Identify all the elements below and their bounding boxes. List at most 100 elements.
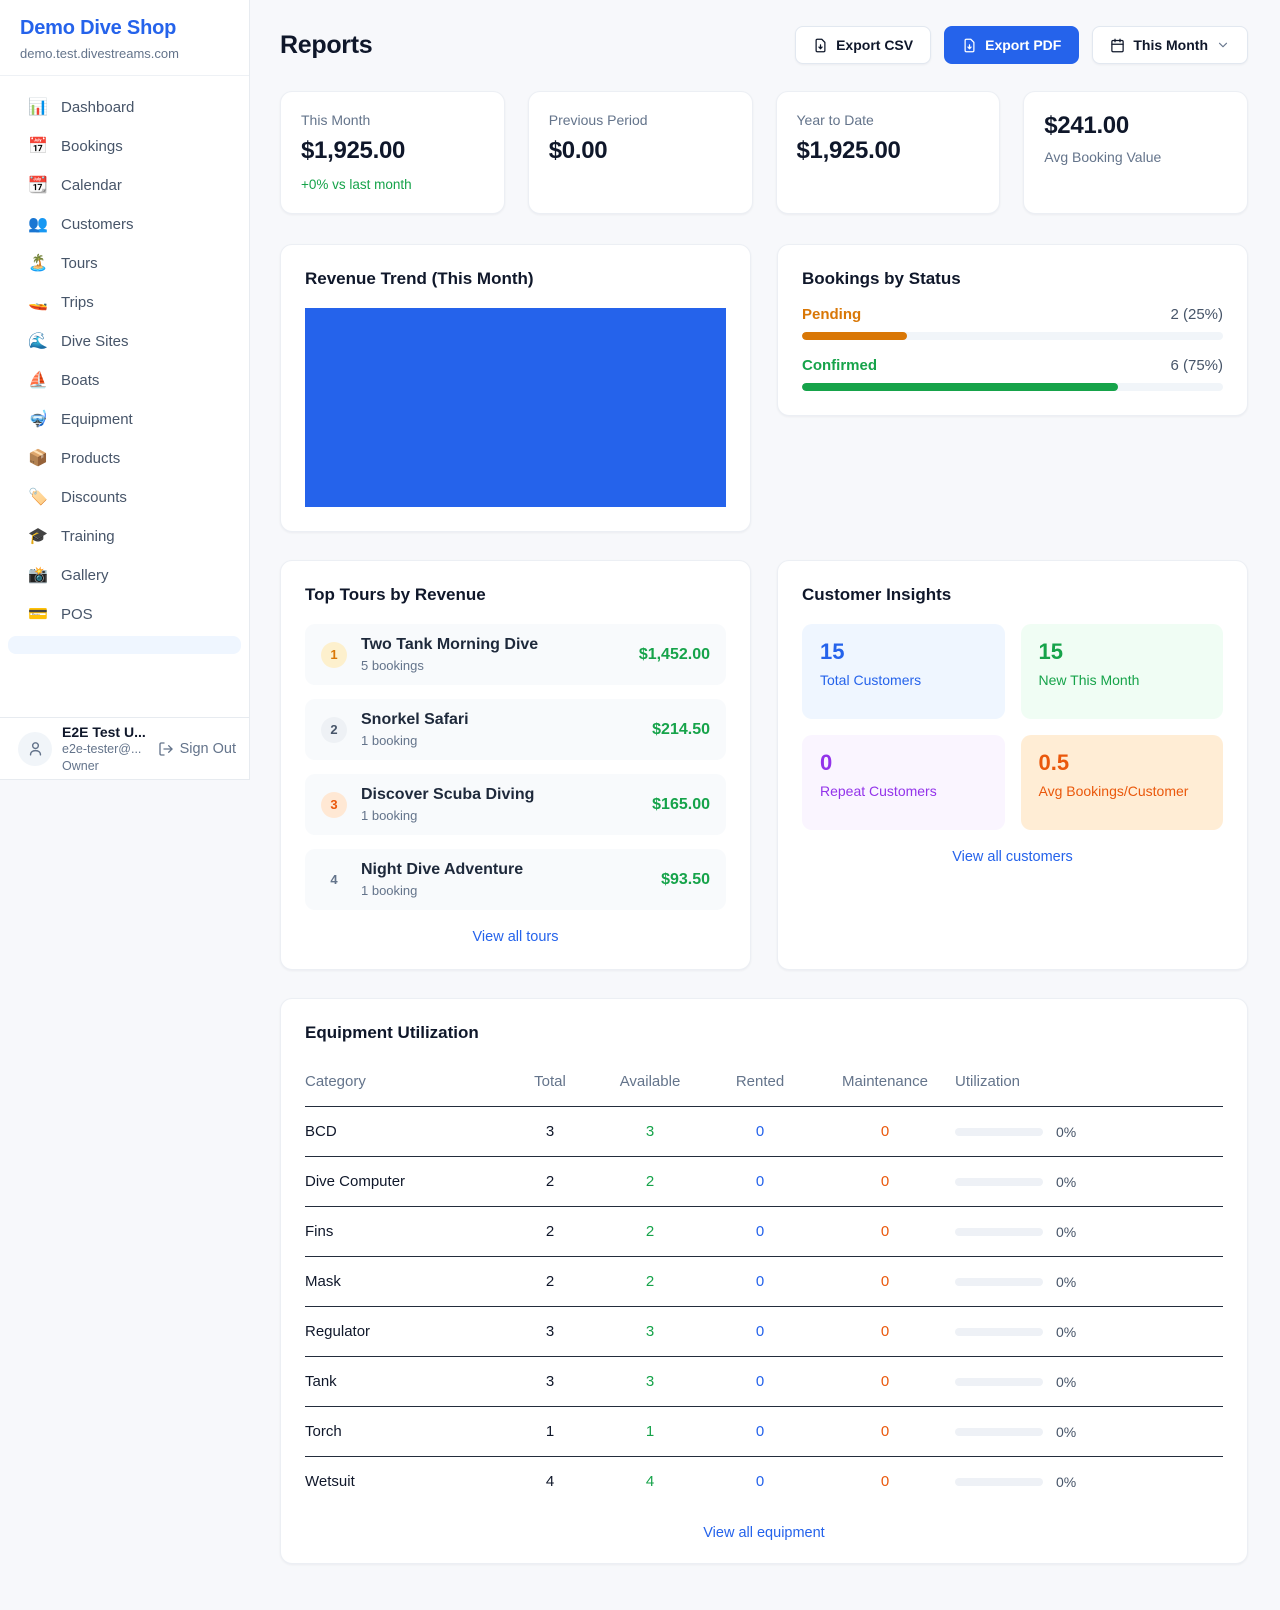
revenue-trend-chart	[305, 308, 726, 507]
cell-maintenance: 0	[815, 1307, 955, 1356]
sidebar-item-gallery[interactable]: 📸 Gallery	[8, 558, 241, 593]
sidebar-item-dive-sites[interactable]: 🌊 Dive Sites	[8, 324, 241, 359]
tour-name: Discover Scuba Diving	[361, 786, 534, 804]
view-all-equipment-link[interactable]: View all equipment	[305, 1525, 1223, 1541]
revenue-trend-title: Revenue Trend (This Month)	[305, 269, 726, 289]
sidebar-item-training[interactable]: 🎓 Training	[8, 519, 241, 554]
cell-category: Dive Computer	[305, 1157, 505, 1206]
insights-row: Top Tours by Revenue 1 Two Tank Morning …	[280, 560, 1248, 970]
col-utilization: Utilization	[955, 1057, 1223, 1106]
table-row: Regulator 3 3 0 0 0%	[305, 1307, 1223, 1357]
discounts-icon: 🏷️	[28, 490, 48, 506]
tour-bookings: 1 booking	[361, 883, 523, 898]
trips-icon: 🚤	[28, 295, 48, 311]
tour-name: Night Dive Adventure	[361, 861, 523, 879]
active-nav-highlight[interactable]	[8, 636, 241, 654]
equipment-icon: 🤿	[28, 412, 48, 428]
stat-delta: +0% vs last month	[301, 177, 484, 192]
sidebar-item-dashboard[interactable]: 📊 Dashboard	[8, 90, 241, 125]
utilization-percent: 0%	[1056, 1474, 1076, 1490]
cell-category: Torch	[305, 1407, 505, 1456]
cell-category: Fins	[305, 1207, 505, 1256]
sidebar-item-label: Calendar	[61, 177, 122, 194]
sidebar-item-label: Tours	[61, 255, 98, 272]
period-dropdown[interactable]: This Month	[1092, 26, 1248, 64]
sign-out-button[interactable]: Sign Out	[158, 741, 236, 757]
cell-available: 2	[595, 1257, 705, 1306]
bookings-by-status-card: Bookings by Status Pending 2 (25%) Confi…	[777, 244, 1248, 416]
equipment-utilization-card: Equipment Utilization Category Total Ava…	[280, 998, 1248, 1564]
cell-maintenance: 0	[815, 1457, 955, 1506]
sidebar-item-pos[interactable]: 💳 POS	[8, 597, 241, 632]
header-actions: Export CSV Export PDF This Month	[795, 26, 1248, 64]
sidebar-item-label: Trips	[61, 294, 94, 311]
customers-icon: 👥	[28, 217, 48, 233]
tour-row[interactable]: 1 Two Tank Morning Dive 5 bookings $1,45…	[305, 624, 726, 685]
sidebar-item-trips[interactable]: 🚤 Trips	[8, 285, 241, 320]
table-row: Dive Computer 2 2 0 0 0%	[305, 1157, 1223, 1207]
cell-available: 4	[595, 1457, 705, 1506]
utilization-bar	[955, 1428, 1043, 1436]
utilization-percent: 0%	[1056, 1424, 1076, 1440]
tour-bookings: 1 booking	[361, 733, 469, 748]
utilization-percent: 0%	[1056, 1174, 1076, 1190]
cell-total: 3	[505, 1107, 595, 1156]
sidebar-item-equipment[interactable]: 🤿 Equipment	[8, 402, 241, 437]
tour-revenue: $1,452.00	[639, 646, 710, 664]
stat-card-avg-booking-value: $241.00 Avg Booking Value	[1023, 91, 1248, 214]
stat-card-this-month: This Month $1,925.00 +0% vs last month	[280, 91, 505, 214]
tour-row[interactable]: 2 Snorkel Safari 1 booking $214.50	[305, 699, 726, 760]
brand: Demo Dive Shop demo.test.divestreams.com	[0, 0, 249, 76]
utilization-percent: 0%	[1056, 1274, 1076, 1290]
sidebar-item-label: Products	[61, 450, 120, 467]
view-all-tours-link[interactable]: View all tours	[305, 929, 726, 945]
cell-utilization: 0%	[955, 1208, 1223, 1256]
view-all-customers-link[interactable]: View all customers	[802, 849, 1223, 865]
utilization-bar	[955, 1378, 1043, 1386]
insight-label: New This Month	[1039, 672, 1206, 688]
utilization-bar	[955, 1478, 1043, 1486]
chevron-down-icon	[1216, 38, 1230, 52]
revenue-trend-card: Revenue Trend (This Month)	[280, 244, 751, 532]
sidebar-item-bookings[interactable]: 📅 Bookings	[8, 129, 241, 164]
progress-fill	[802, 332, 907, 340]
table-row: Tank 3 3 0 0 0%	[305, 1357, 1223, 1407]
cell-rented: 0	[705, 1207, 815, 1256]
equipment-table: Category Total Available Rented Maintena…	[305, 1057, 1223, 1506]
progress-fill	[802, 383, 1118, 391]
sidebar-item-label: Boats	[61, 372, 99, 389]
cell-available: 3	[595, 1307, 705, 1356]
sidebar-item-calendar[interactable]: 📆 Calendar	[8, 168, 241, 203]
sidebar-item-products[interactable]: 📦 Products	[8, 441, 241, 476]
cell-total: 3	[505, 1307, 595, 1356]
gallery-icon: 📸	[28, 568, 48, 584]
sidebar-item-boats[interactable]: ⛵ Boats	[8, 363, 241, 398]
customer-insights-title: Customer Insights	[802, 585, 1223, 605]
cell-total: 4	[505, 1457, 595, 1506]
stat-label: Year to Date	[797, 112, 980, 128]
utilization-bar	[955, 1328, 1043, 1336]
cell-total: 1	[505, 1407, 595, 1456]
tour-row[interactable]: 4 Night Dive Adventure 1 booking $93.50	[305, 849, 726, 910]
cell-available: 3	[595, 1357, 705, 1406]
utilization-percent: 0%	[1056, 1374, 1076, 1390]
cell-category: Wetsuit	[305, 1457, 505, 1506]
export-csv-button[interactable]: Export CSV	[795, 26, 931, 64]
brand-domain: demo.test.divestreams.com	[20, 46, 229, 61]
export-pdf-button[interactable]: Export PDF	[944, 26, 1079, 64]
progress-track	[802, 332, 1223, 340]
export-pdf-label: Export PDF	[985, 37, 1061, 53]
top-tours-title: Top Tours by Revenue	[305, 585, 726, 605]
sidebar-item-customers[interactable]: 👥 Customers	[8, 207, 241, 242]
sidebar-item-label: Gallery	[61, 567, 109, 584]
sidebar-item-tours[interactable]: 🏝️ Tours	[8, 246, 241, 281]
utilization-percent: 0%	[1056, 1224, 1076, 1240]
insight-value: 0.5	[1039, 750, 1206, 776]
cell-rented: 0	[705, 1257, 815, 1306]
cell-category: BCD	[305, 1107, 505, 1156]
insight-label: Avg Bookings/Customer	[1039, 783, 1206, 799]
sidebar-item-discounts[interactable]: 🏷️ Discounts	[8, 480, 241, 515]
tour-row[interactable]: 3 Discover Scuba Diving 1 booking $165.0…	[305, 774, 726, 835]
cell-category: Mask	[305, 1257, 505, 1306]
cell-maintenance: 0	[815, 1107, 955, 1156]
